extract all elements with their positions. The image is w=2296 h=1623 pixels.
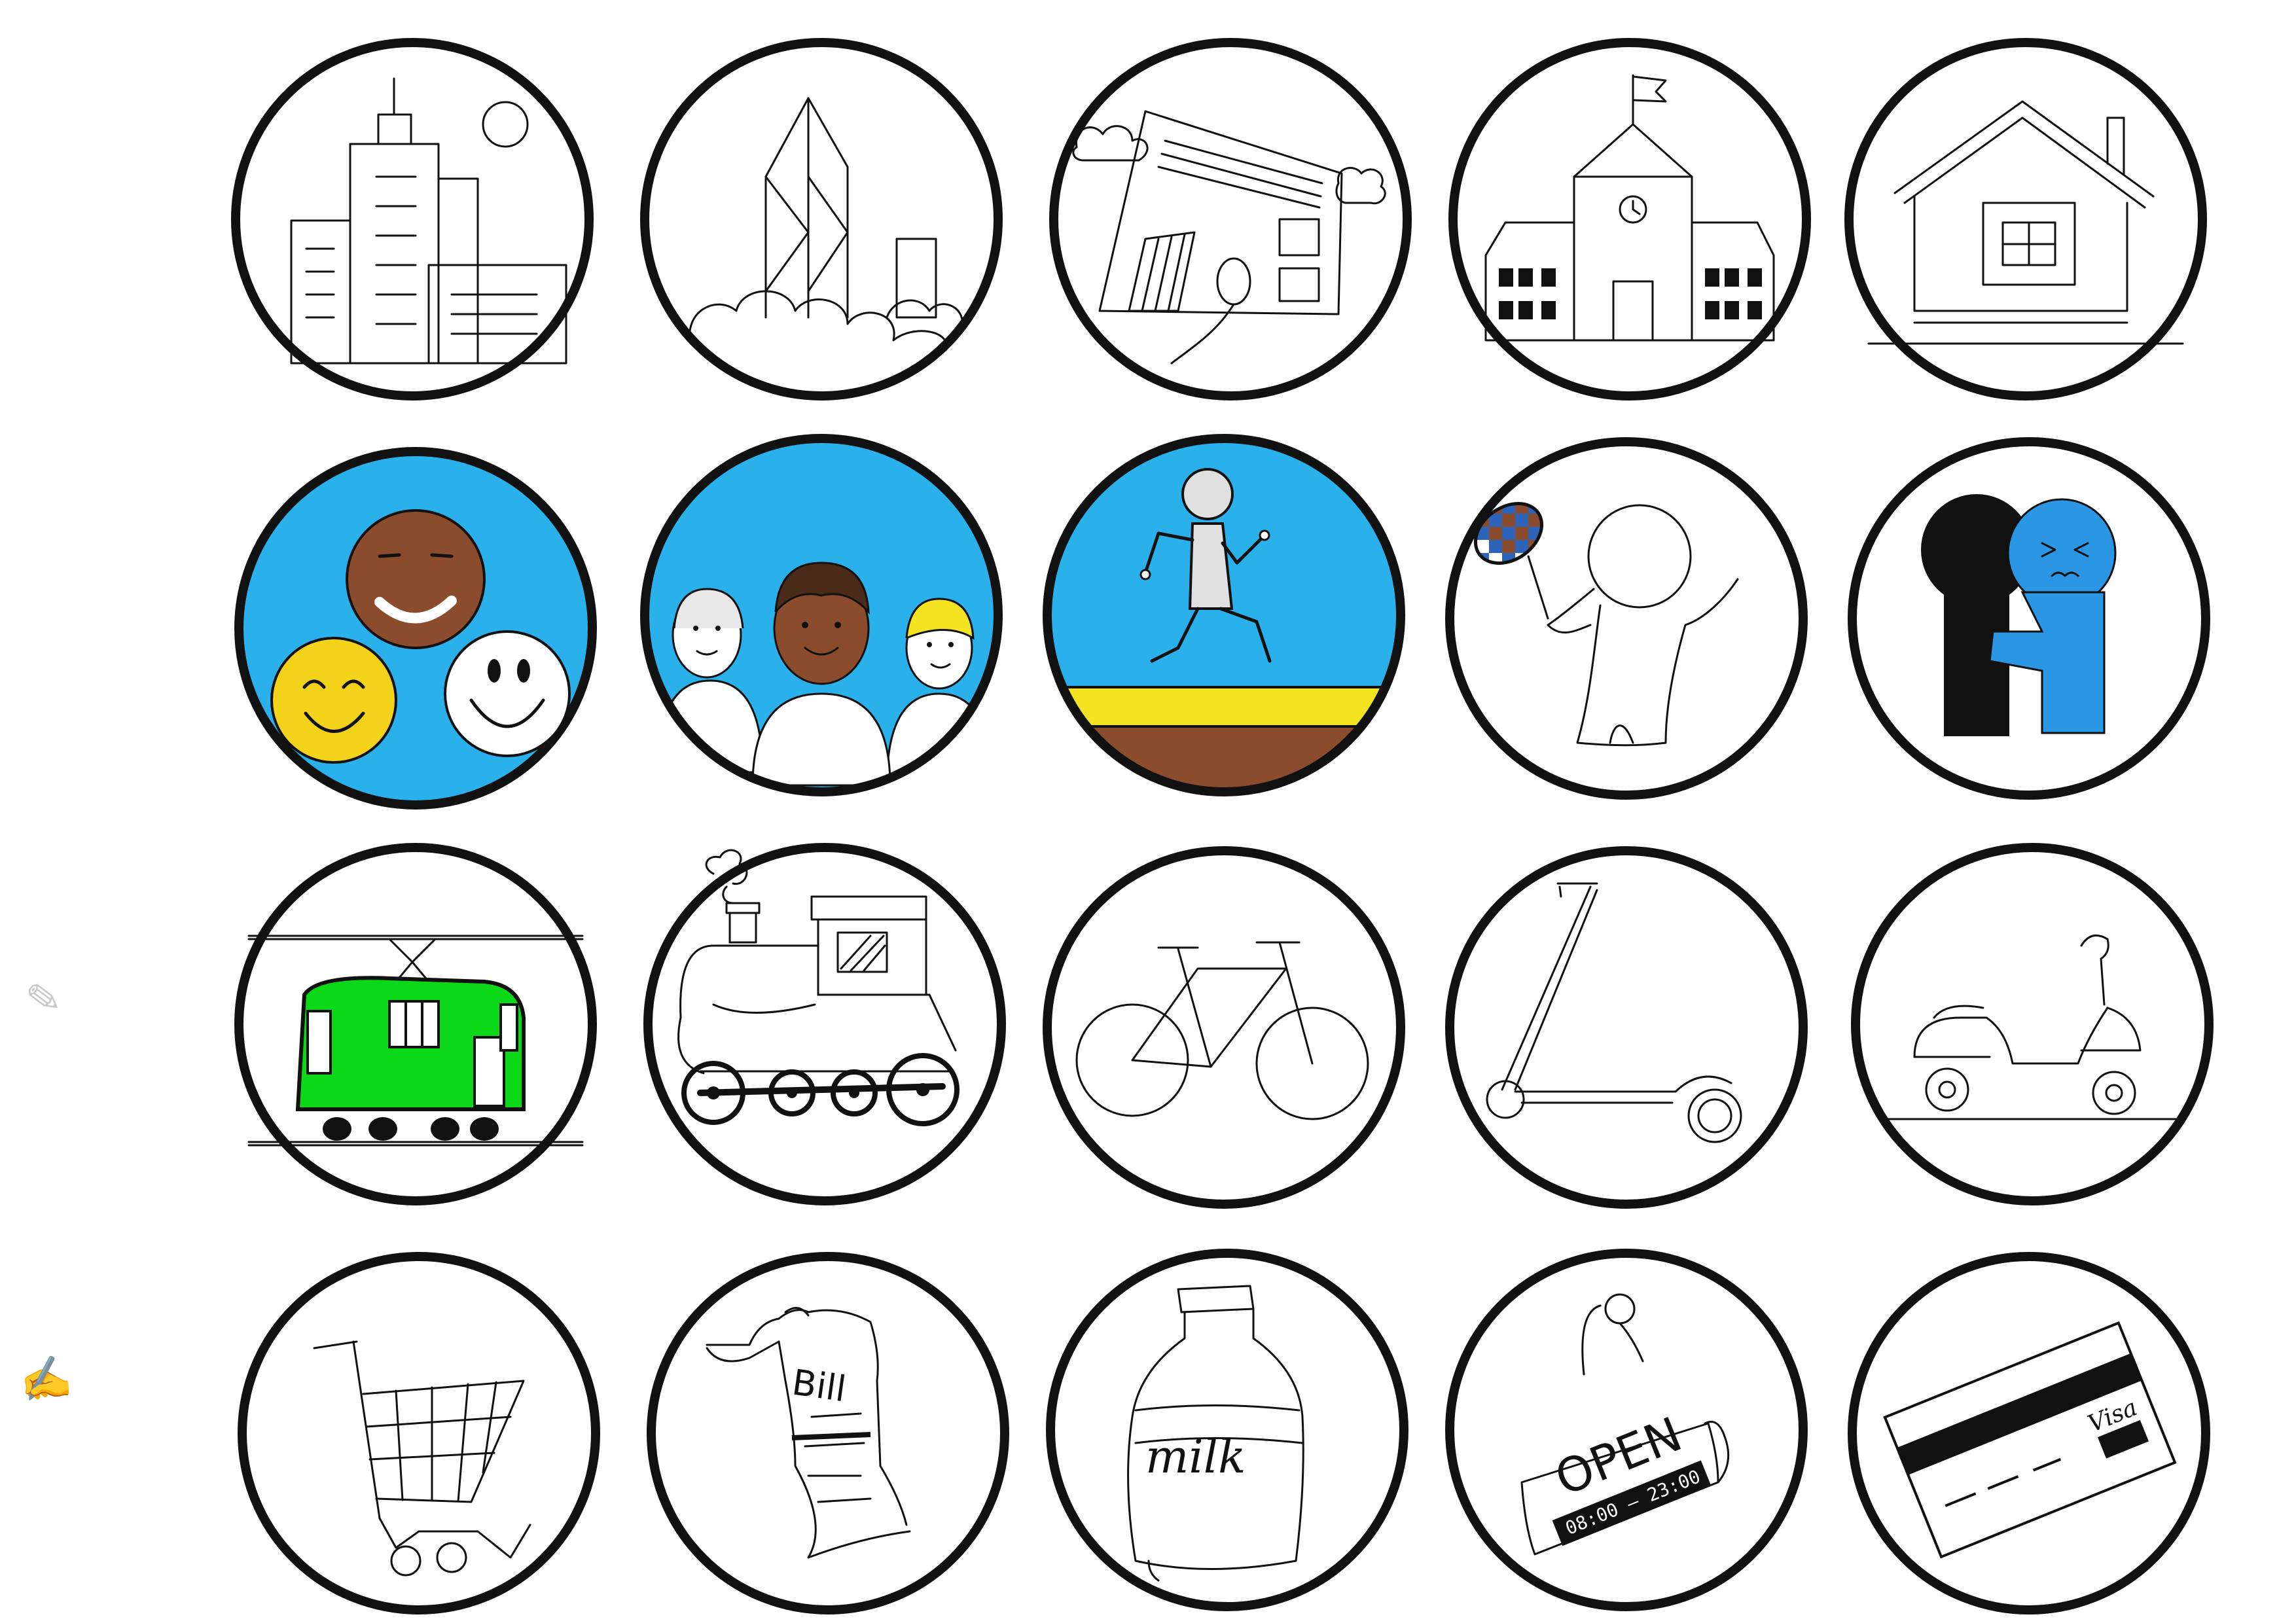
bill-label: Bill [789, 1361, 848, 1410]
kick-scooter-icon [1443, 844, 1810, 1211]
steam-train-icon [641, 841, 1008, 1207]
three-people-icon [638, 432, 1005, 798]
bicycle-icon [1041, 844, 1407, 1211]
faint-signature-mark: ✎ [23, 972, 65, 1026]
office-building-icon [1047, 36, 1414, 402]
skyscraper-clouds-icon [638, 36, 1005, 402]
milk-bottle-icon: milk [1044, 1247, 1410, 1613]
faint-signature-mark: ✍ [16, 1351, 75, 1408]
badminton-player-icon [1443, 435, 1810, 802]
school-building-icon [1446, 36, 1813, 402]
open-sign-icon: OPEN 08:00 — 23:00 [1443, 1247, 1810, 1613]
milk-label: milk [1145, 1430, 1246, 1484]
city-skyline-icon [229, 36, 596, 402]
tram-icon [232, 841, 599, 1207]
smiley-faces-icon [232, 445, 599, 812]
credit-card-icon: Visa [1846, 1250, 2212, 1616]
house-icon [1842, 36, 2209, 402]
bill-receipt-icon: Bill [645, 1250, 1011, 1616]
running-figure-icon [1041, 432, 1407, 798]
icon-sheet: ✎ ✍ Bill milk OPEN 08:00 — 23:00 Visa [0, 0, 2296, 1623]
motor-scooter-icon [1849, 841, 2215, 1207]
hugging-figures-icon [1846, 435, 2212, 802]
shopping-cart-icon [236, 1250, 602, 1616]
